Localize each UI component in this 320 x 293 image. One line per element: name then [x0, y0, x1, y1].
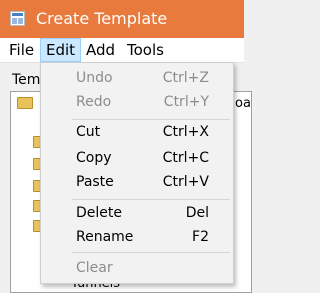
undo-shortcut: Ctrl+Z — [162, 70, 209, 86]
cut-shortcut: Ctrl+X — [162, 124, 209, 140]
menu-bar: File Edit Add Tools — [0, 38, 244, 63]
menu-item-undo[interactable]: Undo Ctrl+Z — [41, 66, 233, 90]
rename-label: Rename — [76, 229, 134, 245]
paste-label: Paste — [76, 174, 114, 190]
menu-item-clear[interactable]: Clear — [41, 256, 233, 280]
delete-label: Delete — [76, 205, 122, 221]
delete-shortcut: Del — [185, 205, 209, 221]
menu-separator — [72, 199, 230, 200]
clear-label: Clear — [76, 260, 113, 276]
menu-item-delete[interactable]: Delete Del — [41, 201, 233, 225]
menu-item-redo[interactable]: Redo Ctrl+Y — [41, 90, 233, 114]
redo-shortcut: Ctrl+Y — [163, 94, 209, 110]
menu-file[interactable]: File — [4, 38, 39, 62]
templates-label: Tem — [12, 72, 41, 88]
menu-item-paste[interactable]: Paste Ctrl+V — [41, 170, 233, 194]
menu-add[interactable]: Add — [81, 38, 120, 62]
menu-item-copy[interactable]: Copy Ctrl+C — [41, 146, 233, 170]
menu-item-rename[interactable]: Rename F2 — [41, 225, 233, 249]
rename-shortcut: F2 — [192, 229, 209, 245]
cut-label: Cut — [76, 124, 101, 140]
menu-edit[interactable]: Edit — [40, 38, 82, 62]
paste-shortcut: Ctrl+V — [162, 174, 209, 190]
menu-tools[interactable]: Tools — [122, 38, 169, 62]
redo-label: Redo — [76, 94, 112, 110]
window-title: Create Template — [36, 9, 168, 28]
folder-icon — [17, 97, 33, 109]
menu-item-cut[interactable]: Cut Ctrl+X — [41, 120, 233, 144]
title-bar[interactable]: Create Template — [0, 0, 244, 38]
app-icon — [10, 11, 25, 26]
copy-label: Copy — [76, 150, 112, 166]
copy-shortcut: Ctrl+C — [162, 150, 209, 166]
undo-label: Undo — [76, 70, 113, 86]
edit-menu-dropdown: Undo Ctrl+Z Redo Ctrl+Y Cut Ctrl+X Copy … — [40, 62, 234, 284]
menu-separator — [72, 252, 230, 253]
tree-item-text: oa — [235, 96, 251, 111]
